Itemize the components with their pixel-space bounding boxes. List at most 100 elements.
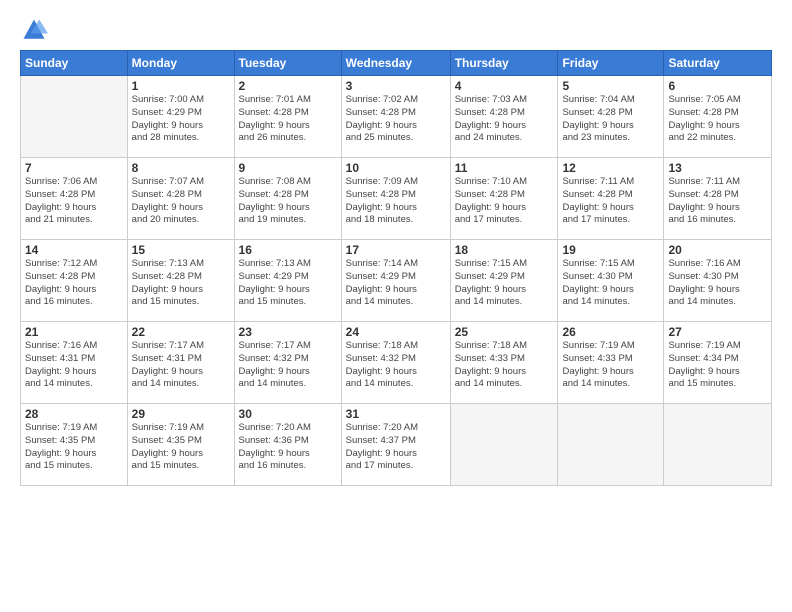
day-info: Sunrise: 7:16 AM Sunset: 4:31 PM Dayligh… [25, 340, 123, 391]
day-info: Sunrise: 7:07 AM Sunset: 4:28 PM Dayligh… [132, 176, 230, 227]
day-number: 14 [25, 243, 123, 257]
day-info: Sunrise: 7:15 AM Sunset: 4:29 PM Dayligh… [455, 258, 554, 309]
day-cell: 11Sunrise: 7:10 AM Sunset: 4:28 PM Dayli… [450, 158, 558, 240]
page: SundayMondayTuesdayWednesdayThursdayFrid… [0, 0, 792, 612]
header [20, 16, 772, 44]
day-number: 5 [562, 79, 659, 93]
day-info: Sunrise: 7:08 AM Sunset: 4:28 PM Dayligh… [239, 176, 337, 227]
day-number: 31 [346, 407, 446, 421]
day-cell [558, 404, 664, 486]
day-cell: 3Sunrise: 7:02 AM Sunset: 4:28 PM Daylig… [341, 76, 450, 158]
day-info: Sunrise: 7:03 AM Sunset: 4:28 PM Dayligh… [455, 94, 554, 145]
day-cell: 22Sunrise: 7:17 AM Sunset: 4:31 PM Dayli… [127, 322, 234, 404]
day-info: Sunrise: 7:05 AM Sunset: 4:28 PM Dayligh… [668, 94, 767, 145]
day-cell: 2Sunrise: 7:01 AM Sunset: 4:28 PM Daylig… [234, 76, 341, 158]
day-number: 27 [668, 325, 767, 339]
day-cell: 13Sunrise: 7:11 AM Sunset: 4:28 PM Dayli… [664, 158, 772, 240]
day-number: 3 [346, 79, 446, 93]
day-info: Sunrise: 7:19 AM Sunset: 4:34 PM Dayligh… [668, 340, 767, 391]
day-number: 12 [562, 161, 659, 175]
day-cell: 18Sunrise: 7:15 AM Sunset: 4:29 PM Dayli… [450, 240, 558, 322]
day-number: 23 [239, 325, 337, 339]
day-info: Sunrise: 7:00 AM Sunset: 4:29 PM Dayligh… [132, 94, 230, 145]
day-number: 2 [239, 79, 337, 93]
day-cell: 12Sunrise: 7:11 AM Sunset: 4:28 PM Dayli… [558, 158, 664, 240]
day-cell [664, 404, 772, 486]
day-info: Sunrise: 7:12 AM Sunset: 4:28 PM Dayligh… [25, 258, 123, 309]
day-info: Sunrise: 7:20 AM Sunset: 4:37 PM Dayligh… [346, 422, 446, 473]
day-info: Sunrise: 7:04 AM Sunset: 4:28 PM Dayligh… [562, 94, 659, 145]
day-number: 20 [668, 243, 767, 257]
day-info: Sunrise: 7:11 AM Sunset: 4:28 PM Dayligh… [562, 176, 659, 227]
day-number: 17 [346, 243, 446, 257]
week-row-5: 28 Sunrise: 7:19 AM Sunset: 4:35 PM Dayli… [21, 404, 772, 486]
day-cell: 23Sunrise: 7:17 AM Sunset: 4:32 PM Dayli… [234, 322, 341, 404]
day-cell: 26Sunrise: 7:19 AM Sunset: 4:33 PM Dayli… [558, 322, 664, 404]
day-number: 7 [25, 161, 123, 175]
day-info: Sunrise: 7:17 AM Sunset: 4:32 PM Dayligh… [239, 340, 337, 391]
day-cell: 27Sunrise: 7:19 AM Sunset: 4:34 PM Dayli… [664, 322, 772, 404]
day-cell: 20Sunrise: 7:16 AM Sunset: 4:30 PM Dayli… [664, 240, 772, 322]
week-row-2: 7Sunrise: 7:06 AM Sunset: 4:28 PM Daylig… [21, 158, 772, 240]
day-info: Sunrise: 7:16 AM Sunset: 4:30 PM Dayligh… [668, 258, 767, 309]
day-cell: 19Sunrise: 7:15 AM Sunset: 4:30 PM Dayli… [558, 240, 664, 322]
day-info: Sunrise: 7:09 AM Sunset: 4:28 PM Dayligh… [346, 176, 446, 227]
day-cell: 14Sunrise: 7:12 AM Sunset: 4:28 PM Dayli… [21, 240, 128, 322]
calendar-header-monday: Monday [127, 51, 234, 76]
calendar-header-wednesday: Wednesday [341, 51, 450, 76]
day-info: Sunrise: 7:13 AM Sunset: 4:29 PM Dayligh… [239, 258, 337, 309]
calendar: SundayMondayTuesdayWednesdayThursdayFrid… [20, 50, 772, 486]
day-cell [450, 404, 558, 486]
day-cell: 5Sunrise: 7:04 AM Sunset: 4:28 PM Daylig… [558, 76, 664, 158]
day-number: 11 [455, 161, 554, 175]
day-cell: 7Sunrise: 7:06 AM Sunset: 4:28 PM Daylig… [21, 158, 128, 240]
day-number: 16 [239, 243, 337, 257]
day-info: Sunrise: 7:02 AM Sunset: 4:28 PM Dayligh… [346, 94, 446, 145]
day-number: 26 [562, 325, 659, 339]
day-info: Sunrise: 7:18 AM Sunset: 4:32 PM Dayligh… [346, 340, 446, 391]
day-number: 24 [346, 325, 446, 339]
day-number: 13 [668, 161, 767, 175]
day-number: 8 [132, 161, 230, 175]
day-info: Sunrise: 7:01 AM Sunset: 4:28 PM Dayligh… [239, 94, 337, 145]
week-row-4: 21Sunrise: 7:16 AM Sunset: 4:31 PM Dayli… [21, 322, 772, 404]
day-cell: 21Sunrise: 7:16 AM Sunset: 4:31 PM Dayli… [21, 322, 128, 404]
day-cell: 1Sunrise: 7:00 AM Sunset: 4:29 PM Daylig… [127, 76, 234, 158]
calendar-header-friday: Friday [558, 51, 664, 76]
calendar-header-thursday: Thursday [450, 51, 558, 76]
day-info: Sunrise: 7:19 AM Sunset: 4:35 PM Dayligh… [132, 422, 230, 473]
day-info: Sunrise: 7:15 AM Sunset: 4:30 PM Dayligh… [562, 258, 659, 309]
day-number: 10 [346, 161, 446, 175]
day-cell: 8Sunrise: 7:07 AM Sunset: 4:28 PM Daylig… [127, 158, 234, 240]
day-info: Sunrise: 7:10 AM Sunset: 4:28 PM Dayligh… [455, 176, 554, 227]
logo [20, 16, 52, 44]
day-info: Sunrise: 7:13 AM Sunset: 4:28 PM Dayligh… [132, 258, 230, 309]
day-cell: 16Sunrise: 7:13 AM Sunset: 4:29 PM Dayli… [234, 240, 341, 322]
day-info: Sunrise: 7:17 AM Sunset: 4:31 PM Dayligh… [132, 340, 230, 391]
day-number: 29 [132, 407, 230, 421]
day-cell: 25Sunrise: 7:18 AM Sunset: 4:33 PM Dayli… [450, 322, 558, 404]
calendar-header-tuesday: Tuesday [234, 51, 341, 76]
day-cell: 9Sunrise: 7:08 AM Sunset: 4:28 PM Daylig… [234, 158, 341, 240]
day-number: 18 [455, 243, 554, 257]
calendar-header-saturday: Saturday [664, 51, 772, 76]
day-cell: 17Sunrise: 7:14 AM Sunset: 4:29 PM Dayli… [341, 240, 450, 322]
day-number: 4 [455, 79, 554, 93]
day-cell: 4Sunrise: 7:03 AM Sunset: 4:28 PM Daylig… [450, 76, 558, 158]
week-row-3: 14Sunrise: 7:12 AM Sunset: 4:28 PM Dayli… [21, 240, 772, 322]
day-cell: 29Sunrise: 7:19 AM Sunset: 4:35 PM Dayli… [127, 404, 234, 486]
day-number: 25 [455, 325, 554, 339]
day-number: 30 [239, 407, 337, 421]
day-number: 15 [132, 243, 230, 257]
day-info: Sunrise: 7:20 AM Sunset: 4:36 PM Dayligh… [239, 422, 337, 473]
week-row-1: 1Sunrise: 7:00 AM Sunset: 4:29 PM Daylig… [21, 76, 772, 158]
day-info: Sunrise: 7:19 AM Sunset: 4:33 PM Dayligh… [562, 340, 659, 391]
day-cell: 10Sunrise: 7:09 AM Sunset: 4:28 PM Dayli… [341, 158, 450, 240]
day-info: Sunrise: 7:14 AM Sunset: 4:29 PM Dayligh… [346, 258, 446, 309]
day-cell: 6Sunrise: 7:05 AM Sunset: 4:28 PM Daylig… [664, 76, 772, 158]
day-number: 28 [25, 407, 123, 421]
day-number: 6 [668, 79, 767, 93]
day-cell: 30Sunrise: 7:20 AM Sunset: 4:36 PM Dayli… [234, 404, 341, 486]
day-number: 21 [25, 325, 123, 339]
day-info: Sunrise: 7:11 AM Sunset: 4:28 PM Dayligh… [668, 176, 767, 227]
